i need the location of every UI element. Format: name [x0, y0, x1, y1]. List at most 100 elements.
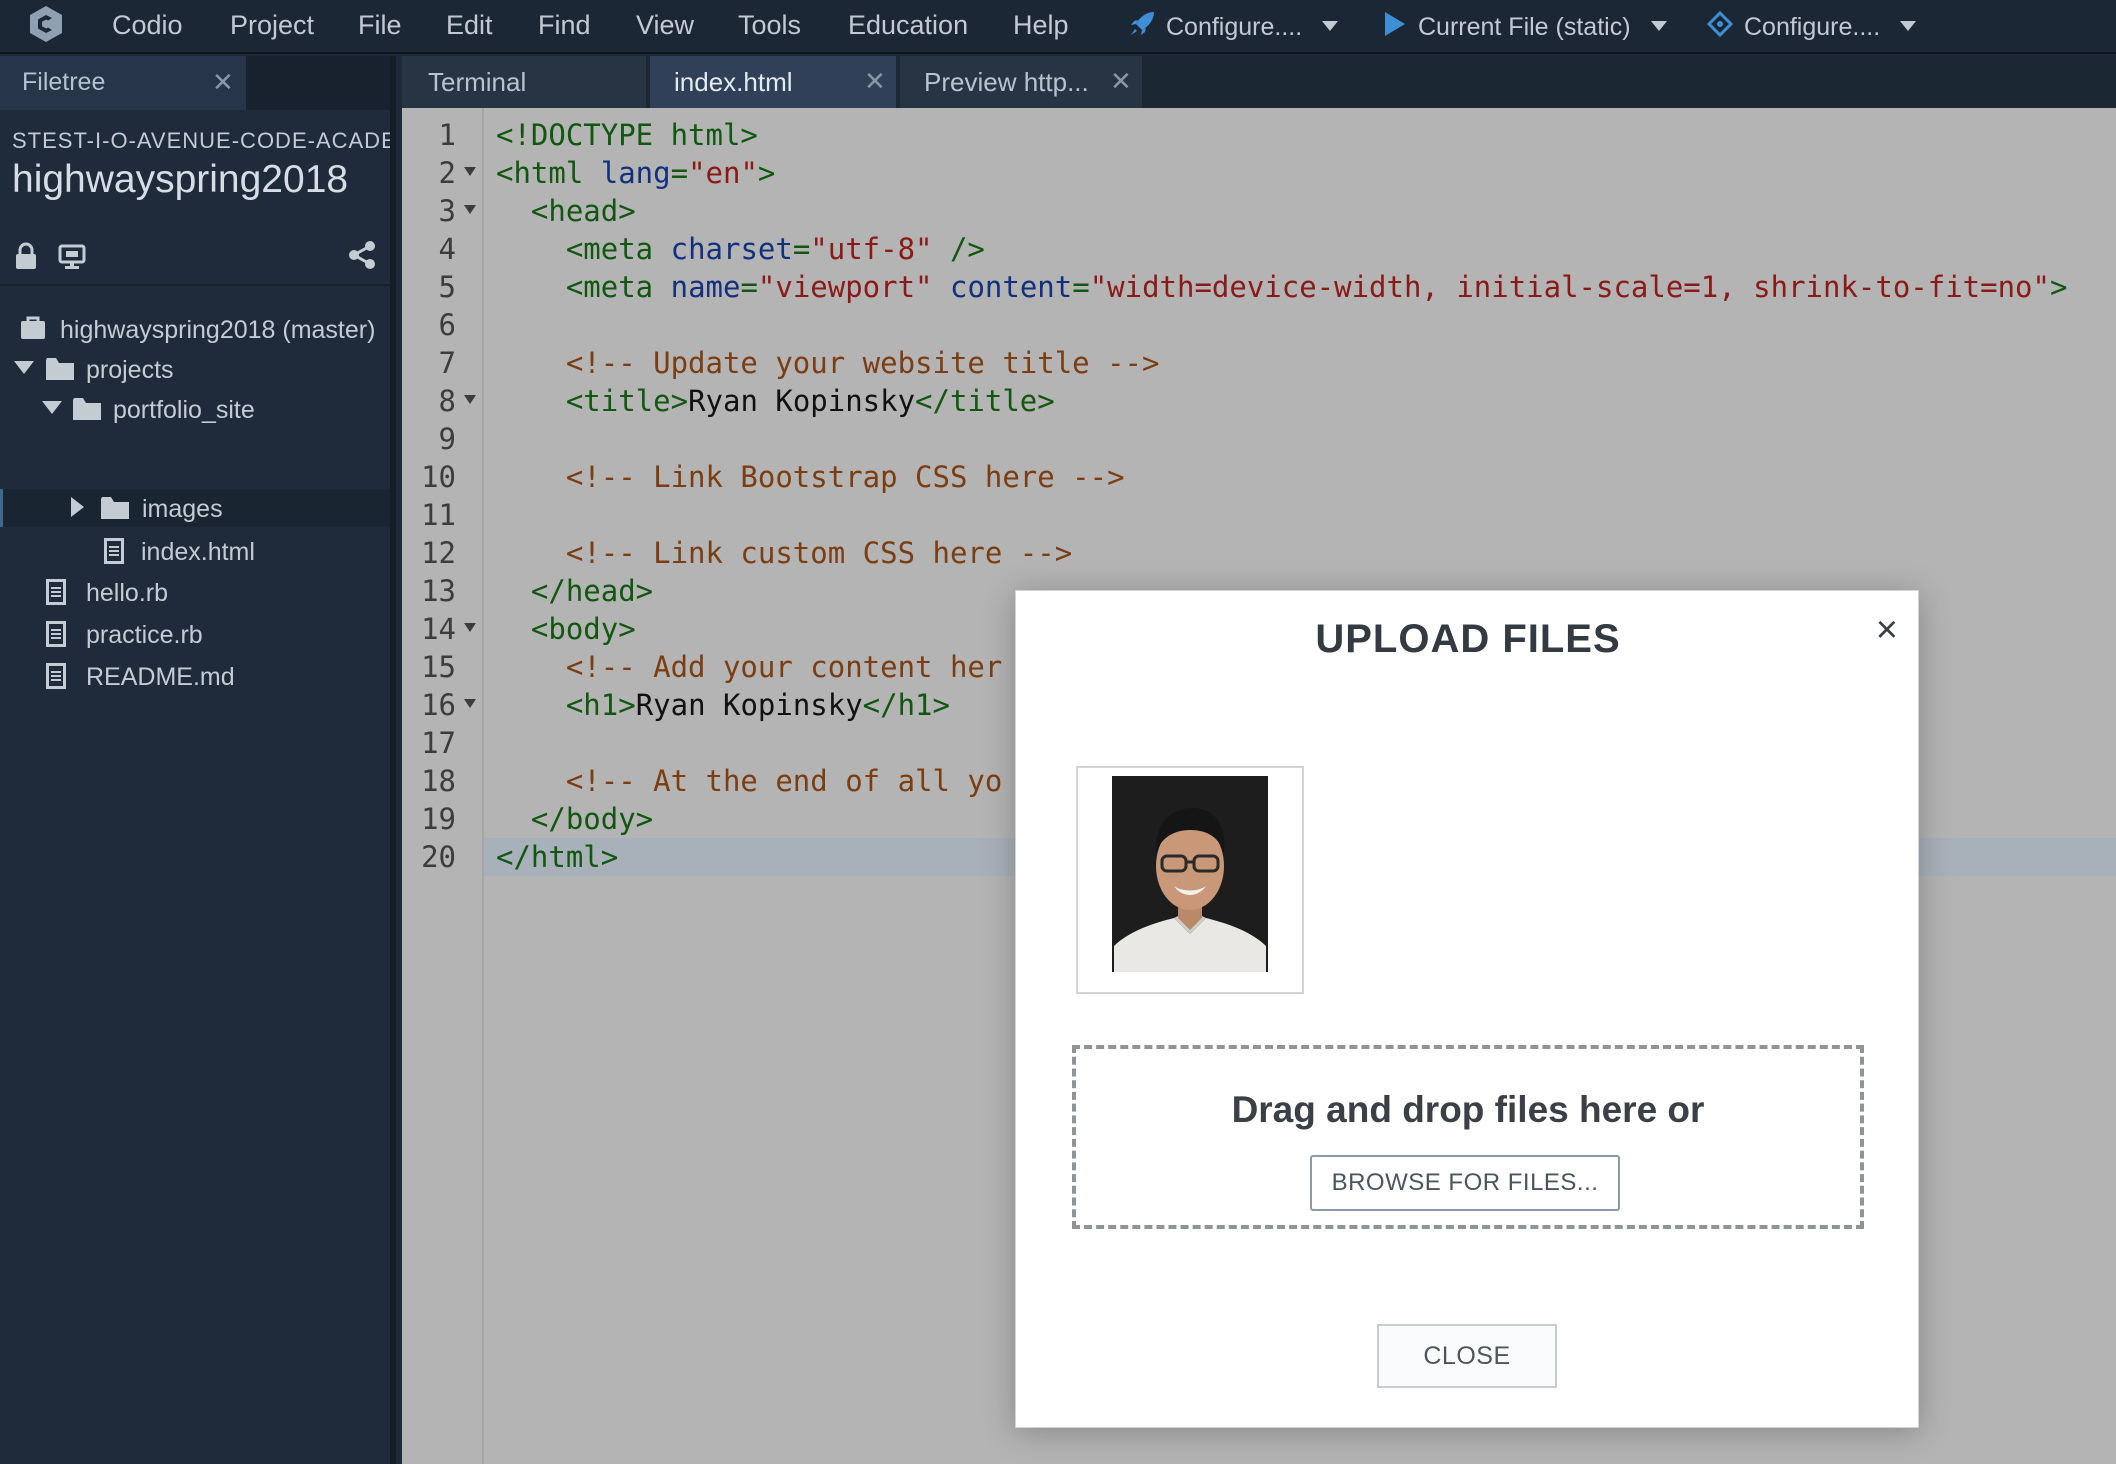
- code-text: <!-- Update your website title -->: [496, 346, 1160, 380]
- code-line[interactable]: 8 <title>Ryan Kopinsky</title>: [402, 382, 2116, 420]
- share-icon[interactable]: [348, 240, 376, 270]
- line-number: 13: [421, 574, 456, 608]
- code-text: <html lang="en">: [496, 156, 775, 190]
- close-icon[interactable]: ×: [1876, 609, 1898, 652]
- tab-filetree-label: Filetree: [22, 68, 106, 96]
- line-number: 7: [438, 346, 456, 380]
- code-token: <!-- Link Bootstrap CSS here -->: [496, 460, 1125, 494]
- code-line[interactable]: 4 <meta charset="utf-8" />: [402, 230, 2116, 268]
- code-token: <h1>: [496, 688, 636, 722]
- code-text: <head>: [496, 194, 636, 228]
- fold-toggle-icon[interactable]: [464, 699, 476, 708]
- code-token: <!-- Add your content her: [496, 650, 1003, 684]
- code-text: </head>: [496, 574, 653, 608]
- uploaded-image-thumbnail: [1076, 766, 1304, 994]
- tab-terminal[interactable]: Terminal: [402, 56, 648, 108]
- codio-logo-icon[interactable]: [26, 4, 66, 44]
- code-token: </title>: [915, 384, 1055, 418]
- code-line[interactable]: 11: [402, 496, 2116, 534]
- menu-edit[interactable]: Edit: [446, 10, 493, 41]
- code-line[interactable]: 3 <head>: [402, 192, 2116, 230]
- tree-item-file[interactable]: README.md: [0, 657, 390, 695]
- menu-tools[interactable]: Tools: [738, 10, 801, 41]
- tree-item-label: practice.rb: [86, 621, 203, 649]
- run-current-file-dropdown[interactable]: Current File (static): [1380, 10, 1667, 42]
- caret-right-icon[interactable]: [71, 497, 85, 517]
- code-line[interactable]: 10 <!-- Link Bootstrap CSS here -->: [402, 458, 2116, 496]
- lock-icon[interactable]: [14, 242, 38, 270]
- caret-down-icon[interactable]: [14, 361, 34, 375]
- deploy-configure-dropdown[interactable]: Configure....: [1128, 10, 1339, 42]
- code-token: >: [2049, 270, 2068, 304]
- briefcase-icon: [21, 316, 45, 339]
- code-token: "en": [688, 156, 758, 190]
- close-icon[interactable]: ✕: [212, 67, 234, 98]
- menu-view[interactable]: View: [636, 10, 694, 41]
- code-line[interactable]: 12 <!-- Link custom CSS here -->: [402, 534, 2116, 572]
- fold-toggle-icon[interactable]: [464, 205, 476, 214]
- close-icon[interactable]: ✕: [1110, 66, 1132, 97]
- code-text: <meta charset="utf-8" />: [496, 232, 985, 266]
- tree-item-folder[interactable]: images: [0, 489, 390, 527]
- menu-help[interactable]: Help: [1013, 10, 1069, 41]
- folder-icon: [73, 398, 101, 420]
- code-token: =: [792, 232, 811, 266]
- tree-item-folder[interactable]: projects: [0, 350, 390, 388]
- preview-configure-dropdown[interactable]: Configure....: [1706, 10, 1917, 42]
- tab-filetree[interactable]: Filetree ✕: [0, 56, 246, 110]
- code-text: <body>: [496, 612, 636, 646]
- code-token: "viewport": [757, 270, 933, 304]
- tree-item-file[interactable]: index.html: [0, 532, 390, 570]
- code-token: =: [1072, 270, 1090, 304]
- fold-toggle-icon[interactable]: [464, 623, 476, 632]
- line-number: 1: [438, 118, 456, 152]
- code-token: </h1>: [862, 688, 950, 722]
- chevron-down-icon: [1900, 21, 1917, 31]
- tab-index-html[interactable]: index.html ✕: [650, 56, 898, 108]
- file-dropzone[interactable]: Drag and drop files here or BROWSE FOR F…: [1072, 1045, 1864, 1229]
- code-token: lang: [600, 156, 671, 190]
- menu-file[interactable]: File: [358, 10, 402, 41]
- code-line[interactable]: 9: [402, 420, 2116, 458]
- code-token: <meta: [496, 232, 671, 266]
- code-text: <!-- Link Bootstrap CSS here -->: [496, 460, 1125, 494]
- line-number: 17: [421, 726, 456, 760]
- box-info-icon[interactable]: [58, 242, 86, 270]
- menu-education[interactable]: Education: [848, 10, 968, 41]
- code-token: <html: [496, 156, 601, 190]
- code-line[interactable]: 6: [402, 306, 2116, 344]
- code-line[interactable]: 1 <!DOCTYPE html>: [402, 116, 2116, 154]
- menu-codio[interactable]: Codio: [112, 10, 183, 41]
- code-line[interactable]: 5 <meta name="viewport" content="width=d…: [402, 268, 2116, 306]
- caret-down-icon[interactable]: [42, 401, 62, 415]
- code-line[interactable]: 7 <!-- Update your website title -->: [402, 344, 2116, 382]
- file-icon: [46, 579, 66, 605]
- line-number: 3: [438, 194, 456, 228]
- code-token: <!-- Link custom CSS here -->: [496, 536, 1073, 570]
- code-text: <title>Ryan Kopinsky</title>: [496, 384, 1055, 418]
- close-icon[interactable]: ✕: [864, 66, 886, 97]
- line-number: 15: [421, 650, 456, 684]
- browse-files-button[interactable]: BROWSE FOR FILES...: [1310, 1155, 1620, 1211]
- menu-project[interactable]: Project: [230, 10, 314, 41]
- menu-find[interactable]: Find: [538, 10, 591, 41]
- tree-item-folder[interactable]: portfolio_site: [0, 390, 390, 428]
- close-button[interactable]: CLOSE: [1377, 1324, 1557, 1388]
- upload-files-dialog: UPLOAD FILES × Drag and drop files here …: [1015, 590, 1919, 1428]
- dropzone-text: Drag and drop files here or: [1231, 1089, 1705, 1130]
- fold-toggle-icon[interactable]: [464, 395, 476, 404]
- line-number: 20: [421, 840, 456, 874]
- code-token: name: [670, 270, 741, 304]
- tab-preview[interactable]: Preview http... ✕: [900, 56, 1144, 108]
- code-text: <!-- Link custom CSS here -->: [496, 536, 1072, 570]
- tree-item-repo[interactable]: highwayspring2018 (master): [0, 310, 390, 348]
- tree-item-file[interactable]: hello.rb: [0, 573, 390, 611]
- tree-item-label: images: [142, 495, 223, 523]
- code-token: charset: [670, 232, 793, 266]
- tree-item-file[interactable]: practice.rb: [0, 615, 390, 653]
- divider: [0, 284, 390, 286]
- fold-toggle-icon[interactable]: [464, 167, 476, 176]
- rocket-icon: [1131, 12, 1154, 35]
- code-line[interactable]: 2 <html lang="en">: [402, 154, 2116, 192]
